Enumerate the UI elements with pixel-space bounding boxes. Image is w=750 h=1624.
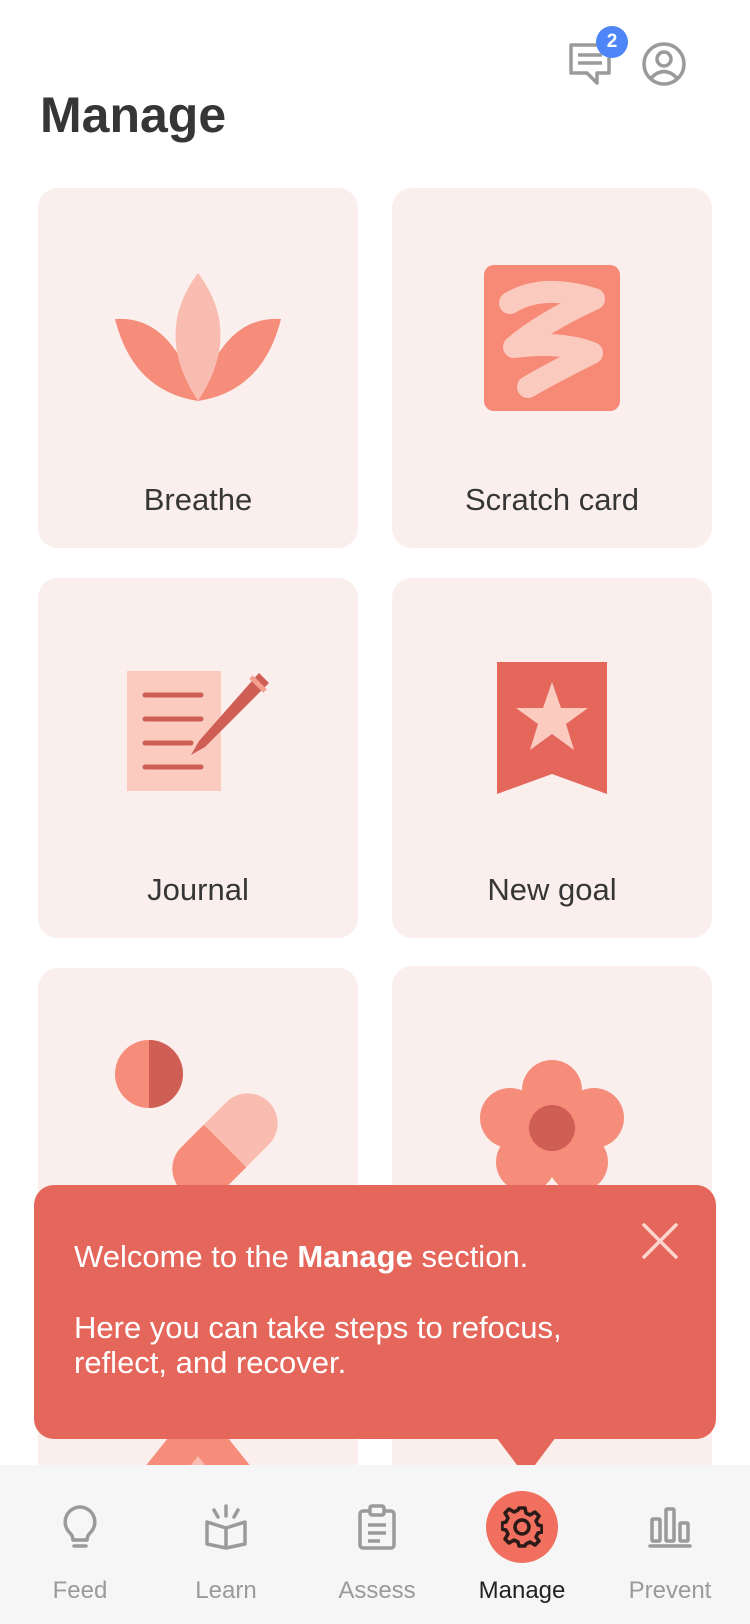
welcome-description: Here you can take steps to refocus, refl… [74,1310,562,1380]
gear-icon [501,1506,543,1548]
nav-label: Assess [338,1577,416,1604]
open-book-icon [205,1504,247,1550]
clipboard-icon [358,1504,396,1550]
close-icon [642,1223,678,1259]
header-actions: 2 [566,26,688,90]
welcome-message: Welcome to the Manage section. [74,1239,529,1274]
card-label: Journal [147,872,249,907]
goal-bookmark-icon [497,662,607,794]
card-label: New goal [487,872,617,907]
card-scratch-card[interactable]: Scratch card [392,188,712,548]
card-breathe[interactable]: Breathe [38,188,358,548]
nav-label: Feed [52,1577,108,1604]
nav-label: Manage [478,1577,566,1604]
nav-label: Learn [195,1577,257,1604]
lightbulb-icon [63,1505,97,1548]
messages-button[interactable]: 2 [566,26,628,90]
profile-button[interactable] [640,38,688,90]
bar-chart-icon [648,1507,692,1548]
nav-manage[interactable]: Manage [447,1465,597,1624]
messages-badge: 2 [596,26,628,58]
nav-assess[interactable]: Assess [302,1465,452,1624]
bottom-navigation: Feed Learn Assess Manage Prevent [0,1465,750,1624]
welcome-tooltip: Welcome to the Manage section. Here you … [34,1185,716,1439]
nav-prevent[interactable]: Prevent [595,1465,745,1624]
page-title: Manage [40,87,227,143]
user-circle-icon [642,42,686,86]
nav-label: Prevent [628,1577,712,1604]
lotus-icon [115,273,281,401]
nav-feed[interactable]: Feed [5,1465,155,1624]
nav-learn[interactable]: Learn [151,1465,301,1624]
card-new-goal[interactable]: New goal [392,578,712,938]
card-journal[interactable]: Journal [38,578,358,938]
card-label: Scratch card [464,482,639,517]
journal-icon [127,671,269,791]
medication-icon [115,1040,278,1198]
scribble-icon [484,265,620,411]
flower-icon [480,1060,624,1192]
card-label: Breathe [143,482,253,517]
close-button[interactable] [640,1221,680,1261]
